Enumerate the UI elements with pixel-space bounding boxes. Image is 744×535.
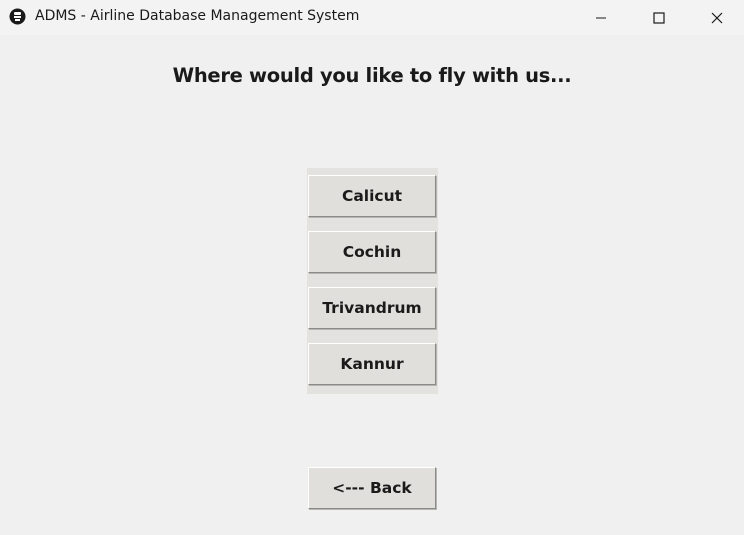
minimize-button[interactable]	[572, 0, 630, 35]
destination-button-calicut[interactable]: Calicut	[308, 175, 436, 217]
app-window: ADMS - Airline Database Management Syste…	[0, 0, 744, 535]
destination-button-cochin[interactable]: Cochin	[308, 231, 436, 273]
destination-button-trivandrum[interactable]: Trivandrum	[308, 287, 436, 329]
title-bar[interactable]: ADMS - Airline Database Management Syste…	[0, 0, 744, 35]
minimize-icon	[596, 17, 606, 18]
app-icon	[9, 8, 26, 25]
maximize-icon	[653, 11, 665, 24]
maximize-button[interactable]	[630, 0, 688, 35]
page-heading: Where would you like to fly with us...	[172, 64, 572, 87]
back-button[interactable]: <--- Back	[308, 467, 436, 509]
close-button[interactable]	[688, 0, 744, 35]
window-title: ADMS - Airline Database Management Syste…	[35, 8, 360, 24]
destination-button-kannur[interactable]: Kannur	[308, 343, 436, 385]
close-icon	[711, 12, 723, 23]
